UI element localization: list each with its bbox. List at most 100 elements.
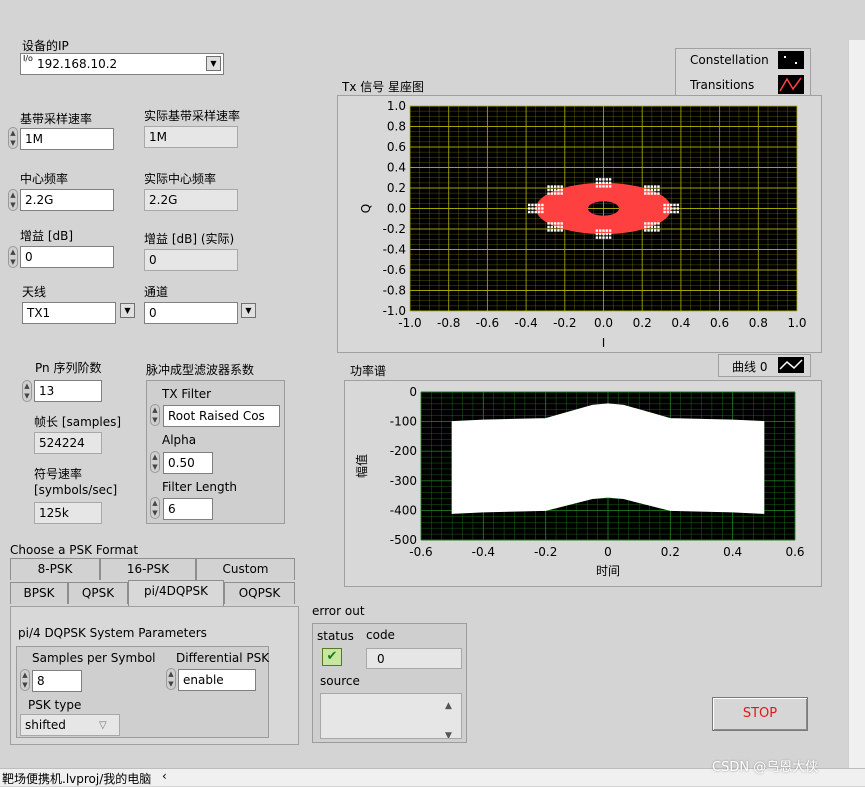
- tab-16psk[interactable]: 16-PSK: [100, 558, 196, 580]
- alpha-input[interactable]: 0.50: [163, 452, 213, 474]
- constellation-point: [608, 178, 612, 181]
- center-freq-spinner[interactable]: ▲ ▼: [8, 189, 18, 211]
- differential-psk-select[interactable]: enable: [178, 669, 256, 691]
- constellation-point-cluster: [663, 203, 680, 214]
- sps-spinner[interactable]: ▲ ▼: [20, 669, 30, 691]
- x-tick-label: 0.2: [661, 545, 680, 559]
- tab-8psk[interactable]: 8-PSK: [10, 558, 100, 580]
- constellation-point: [670, 203, 673, 207]
- constellation-point: [650, 222, 654, 225]
- tab-custom[interactable]: Custom: [196, 558, 295, 580]
- constellation-point: [599, 229, 602, 232]
- constellation-point: [547, 192, 550, 195]
- legend-transitions-swatch[interactable]: [778, 75, 804, 94]
- constellation-point: [666, 207, 670, 210]
- y-tick-label: -0.8: [383, 284, 406, 298]
- constellation-point: [557, 188, 560, 192]
- constellation-point: [537, 207, 541, 210]
- y-tick-label: -400: [390, 503, 417, 517]
- error-status-label: status: [317, 629, 354, 643]
- constellation-point: [657, 188, 660, 192]
- filter-length-spinner[interactable]: ▲ ▼: [150, 497, 160, 519]
- psk-type-value: shifted: [25, 718, 66, 732]
- frame-length-value: 524224: [34, 432, 102, 454]
- constellation-point-cluster: [595, 229, 612, 239]
- constellation-point: [602, 236, 605, 239]
- x-tick-label: 0.4: [723, 545, 742, 559]
- constellation-point: [560, 225, 563, 229]
- sample-rate-spinner[interactable]: ▲ ▼: [8, 127, 18, 149]
- scroll-up-icon[interactable]: ▲: [445, 696, 452, 716]
- psk-type-select[interactable]: shifted ▽: [20, 714, 120, 736]
- constellation-point-cluster: [547, 185, 563, 195]
- constellation-point: [608, 236, 612, 239]
- tab-qpsk[interactable]: QPSK: [68, 582, 128, 604]
- tab-oqpsk[interactable]: OQPSK: [224, 582, 295, 604]
- x-tick-label: 0.4: [671, 316, 690, 330]
- constellation-point: [663, 207, 666, 210]
- stop-button[interactable]: STOP: [712, 697, 808, 731]
- constellation-point: [605, 178, 608, 181]
- x-tick-label: 0.6: [785, 545, 804, 559]
- channel-dropdown-icon[interactable]: ▼: [241, 303, 256, 318]
- center-freq-input[interactable]: 2.2G: [20, 189, 114, 211]
- constellation-point: [657, 222, 660, 225]
- filter-length-input[interactable]: 6: [163, 498, 213, 520]
- device-ip-combo[interactable]: I/o 192.168.10.2 ▼: [20, 53, 224, 75]
- tab-bpsk[interactable]: BPSK: [10, 582, 68, 604]
- scroll-down-icon[interactable]: ▼: [445, 726, 452, 738]
- constellation-point: [541, 210, 544, 214]
- status-check-icon: ✔: [322, 648, 342, 666]
- pn-order-label: Pn 序列阶数: [35, 361, 102, 375]
- constellation-point: [644, 188, 647, 192]
- differential-psk-label: Differential PSK: [176, 651, 270, 665]
- alpha-spinner[interactable]: ▲ ▼: [150, 451, 160, 473]
- channel-select[interactable]: 0: [144, 302, 238, 324]
- y-tick-label: -0.4: [383, 243, 406, 257]
- constellation-point: [534, 203, 537, 207]
- constellation-point: [605, 236, 608, 239]
- psk-choose-label: Choose a PSK Format: [10, 543, 139, 557]
- constellation-point: [531, 210, 534, 214]
- filter-group-label: 脉冲成型滤波器系数: [146, 363, 255, 377]
- constellation-point-cluster: [595, 178, 612, 188]
- sample-rate-input[interactable]: 1M: [20, 128, 114, 150]
- antenna-select[interactable]: TX1: [22, 302, 116, 324]
- constellation-point: [527, 210, 531, 214]
- tx-filter-select[interactable]: Root Raised Cos: [163, 405, 280, 427]
- legend-constellation-swatch[interactable]: [778, 51, 804, 69]
- actual-gain-value: 0: [144, 249, 238, 271]
- psk-type-dropdown-icon[interactable]: ▽: [99, 716, 107, 735]
- spectrum-trace: [451, 403, 765, 514]
- error-source-text: ▲ ▼: [320, 693, 462, 739]
- constellation-point: [599, 185, 602, 188]
- constellation-point: [553, 222, 557, 225]
- x-tick-label: 0: [604, 545, 612, 559]
- constellation-point: [537, 210, 541, 214]
- constellation-point: [657, 192, 660, 195]
- pn-order-input[interactable]: 13: [34, 380, 102, 402]
- symbol-rate-label-2: [symbols/sec]: [34, 483, 118, 497]
- actual-sample-rate-label: 实际基带采样速率: [144, 109, 241, 123]
- constellation-point: [550, 192, 554, 195]
- tab-pi4dqpsk[interactable]: pi/4DQPSK: [128, 580, 224, 606]
- watermark: CSDN @乌恩大侠: [712, 760, 819, 775]
- chevron-down-icon[interactable]: ▼: [206, 56, 221, 71]
- x-tick-label: -0.6: [409, 545, 432, 559]
- gain-label: 增益 [dB]: [20, 229, 74, 243]
- filter-length-label: Filter Length: [162, 480, 237, 494]
- vertical-scrollbar[interactable]: [848, 40, 865, 770]
- gain-spinner[interactable]: ▲ ▼: [8, 246, 18, 268]
- antenna-dropdown-icon[interactable]: ▼: [120, 303, 135, 318]
- scroll-left-icon[interactable]: ‹: [162, 769, 167, 783]
- constellation-point: [547, 229, 550, 232]
- differential-psk-spinner[interactable]: ▲ ▼: [166, 668, 176, 690]
- constellation-point: [653, 225, 657, 229]
- sps-input[interactable]: 8: [32, 670, 82, 692]
- legend-curve0-swatch[interactable]: [778, 357, 804, 373]
- gain-input[interactable]: 0: [20, 246, 114, 268]
- constellation-point: [599, 178, 602, 181]
- pn-order-spinner[interactable]: ▲ ▼: [22, 380, 32, 402]
- spectrum-chart: -0.6 -0.4 -0.2 0 0.2 0.4 0.6 0 -100 -200 -300 -400 -…: [354, 385, 805, 578]
- tx-filter-spinner[interactable]: ▲ ▼: [150, 404, 160, 426]
